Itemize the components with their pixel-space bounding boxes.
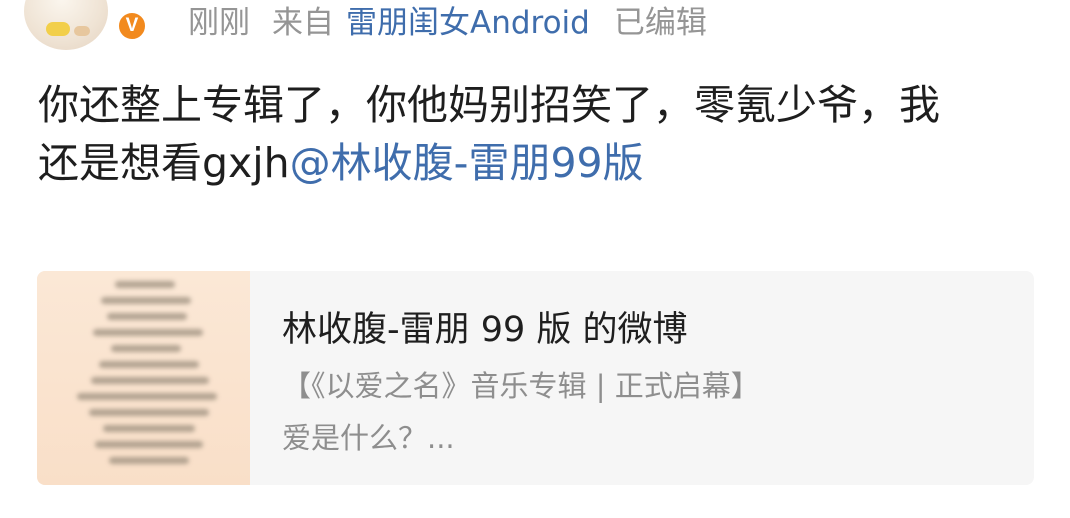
edited-label[interactable]: 已编辑 <box>614 5 707 41</box>
avatar-decoration <box>46 22 70 36</box>
post-meta: 刚刚 来自 雷朋闺女Android 已编辑 <box>188 3 707 43</box>
mention-link[interactable]: @林收腹-雷朋99版 <box>290 139 644 187</box>
post-text-segment: 还是想看gxjh <box>38 139 290 187</box>
card-description: 爱是什么？... <box>282 421 455 455</box>
post-text: 你还整上专辑了，你他妈别招笑了，零氪少爷，我 还是想看gxjh@林收腹-雷朋99… <box>38 76 1038 192</box>
post-text-line: 你还整上专辑了，你他妈别招笑了，零氪少爷，我 <box>38 81 940 129</box>
post-time: 刚刚 <box>188 5 250 41</box>
post-text-line: 还是想看gxjh@林收腹-雷朋99版 <box>38 134 1038 192</box>
post-header: V 刚刚 来自 雷朋闺女Android 已编辑 <box>0 0 1070 56</box>
card-subtitle: 【《以爱之名》音乐专辑 | 正式启幕】 <box>282 369 760 403</box>
verified-badge-icon: V <box>116 10 148 42</box>
linked-weibo-card[interactable]: 林收腹-雷朋 99 版 的微博 【《以爱之名》音乐专辑 | 正式启幕】 爱是什么… <box>37 271 1034 485</box>
card-thumbnail <box>37 271 250 485</box>
source-prefix: 来自 <box>272 5 334 41</box>
avatar-decoration <box>74 26 90 36</box>
card-title: 林收腹-雷朋 99 版 的微博 <box>282 310 688 350</box>
source-link[interactable]: 雷朋闺女Android <box>346 5 590 41</box>
avatar[interactable] <box>24 0 108 50</box>
